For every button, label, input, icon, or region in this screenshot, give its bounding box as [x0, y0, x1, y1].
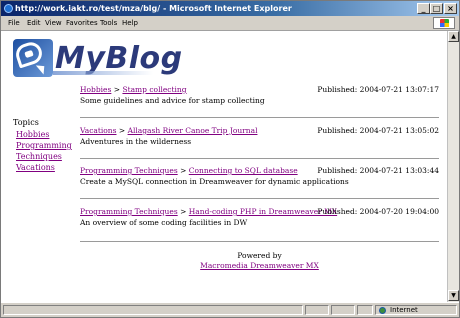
- post-published-date: Published: 2004-07-21 13:07:17: [317, 85, 439, 94]
- menu-view[interactable]: View: [45, 16, 62, 30]
- breadcrumb-separator: >: [118, 126, 126, 135]
- page-content: MyBlog Topics Hobbies Programming Techni…: [1, 31, 447, 302]
- menu-bar: File Edit View Favorites Tools Help: [1, 16, 459, 31]
- breadcrumb-separator: >: [113, 85, 121, 94]
- blog-logo-icon: [13, 39, 53, 77]
- post-category-link[interactable]: Programming Techniques: [80, 207, 178, 216]
- powered-by-text: Powered by: [237, 251, 282, 260]
- maximize-icon[interactable]: □: [430, 3, 443, 14]
- window-title: http://work.iakt.ro/test/mza/blg/ - Micr…: [15, 4, 292, 13]
- title-bar: http://work.iakt.ro/test/mza/blg/ - Micr…: [1, 1, 459, 16]
- ie-icon: [4, 4, 13, 13]
- internet-zone: Internet: [375, 305, 457, 315]
- post-category-link[interactable]: Vacations: [80, 126, 116, 135]
- status-cell: [357, 305, 373, 315]
- minimize-icon[interactable]: _: [417, 3, 430, 14]
- close-icon[interactable]: ×: [444, 3, 457, 14]
- brand-underline: [53, 71, 153, 75]
- menu-file[interactable]: File: [8, 16, 20, 30]
- dreamweaver-link[interactable]: Macromedia Dreamweaver MX: [200, 261, 319, 270]
- post-divider: [80, 158, 439, 159]
- status-message-area: [3, 305, 303, 315]
- menu-favorites[interactable]: Favorites: [66, 16, 98, 30]
- topics-sidebar: Topics Hobbies Programming Techniques Va…: [13, 117, 72, 173]
- zone-label: Internet: [390, 306, 418, 314]
- post-category-link[interactable]: Hobbies: [80, 85, 111, 94]
- page-footer: Powered by Macromedia Dreamweaver MX: [80, 251, 439, 271]
- sidebar-item-vacations[interactable]: Vacations: [16, 162, 68, 173]
- post-description: Adventures in the wilderness: [80, 137, 192, 146]
- menu-help[interactable]: Help: [122, 16, 138, 30]
- scroll-down-icon[interactable]: ▼: [448, 290, 459, 301]
- breadcrumb-separator: >: [180, 166, 187, 175]
- sidebar-item-programming-techniques[interactable]: Programming Techniques: [16, 140, 72, 162]
- post-category-link[interactable]: Programming Techniques: [80, 166, 178, 175]
- post-published-date: Published: 2004-07-20 19:04:00: [317, 207, 439, 216]
- post-title-link[interactable]: Allagash River Canoe Trip Journal: [128, 126, 258, 135]
- status-cell: [331, 305, 355, 315]
- menu-edit[interactable]: Edit: [27, 16, 41, 30]
- windows-flag-icon: [433, 17, 455, 29]
- post-item: Vacations > Allagash River Canoe Trip Jo…: [80, 126, 439, 147]
- scroll-up-icon[interactable]: ▲: [448, 31, 459, 42]
- post-item: Programming Techniques > Hand-coding PHP…: [80, 207, 439, 228]
- post-description: An overview of some coding facilities in…: [80, 218, 248, 227]
- post-item: Programming Techniques > Connecting to S…: [80, 166, 439, 187]
- post-published-date: Published: 2004-07-21 13:03:44: [317, 166, 439, 175]
- post-divider: [80, 198, 439, 199]
- breadcrumb-separator: >: [180, 207, 187, 216]
- vertical-scrollbar[interactable]: ▲ ▼: [447, 31, 459, 302]
- menu-tools[interactable]: Tools: [100, 16, 117, 30]
- post-item: Hobbies > Stamp collecting Published: 20…: [80, 85, 439, 106]
- post-divider: [80, 241, 439, 242]
- status-bar: Internet: [1, 302, 459, 317]
- post-description: Some guidelines and advice for stamp col…: [80, 96, 265, 105]
- sidebar-item-hobbies[interactable]: Hobbies: [16, 129, 68, 140]
- topics-heading: Topics: [13, 118, 39, 127]
- browser-window: http://work.iakt.ro/test/mza/blg/ - Micr…: [0, 0, 460, 318]
- post-title-link[interactable]: Hand-coding PHP in Dreamweaver MX: [189, 207, 337, 216]
- globe-icon: [379, 307, 386, 314]
- status-cell: [305, 305, 329, 315]
- post-divider: [80, 117, 439, 118]
- post-description: Create a MySQL connection in Dreamweaver…: [80, 177, 349, 186]
- post-title-link[interactable]: Stamp collecting: [122, 85, 186, 94]
- post-published-date: Published: 2004-07-21 13:05:02: [317, 126, 439, 135]
- post-title-link[interactable]: Connecting to SQL database: [189, 166, 298, 175]
